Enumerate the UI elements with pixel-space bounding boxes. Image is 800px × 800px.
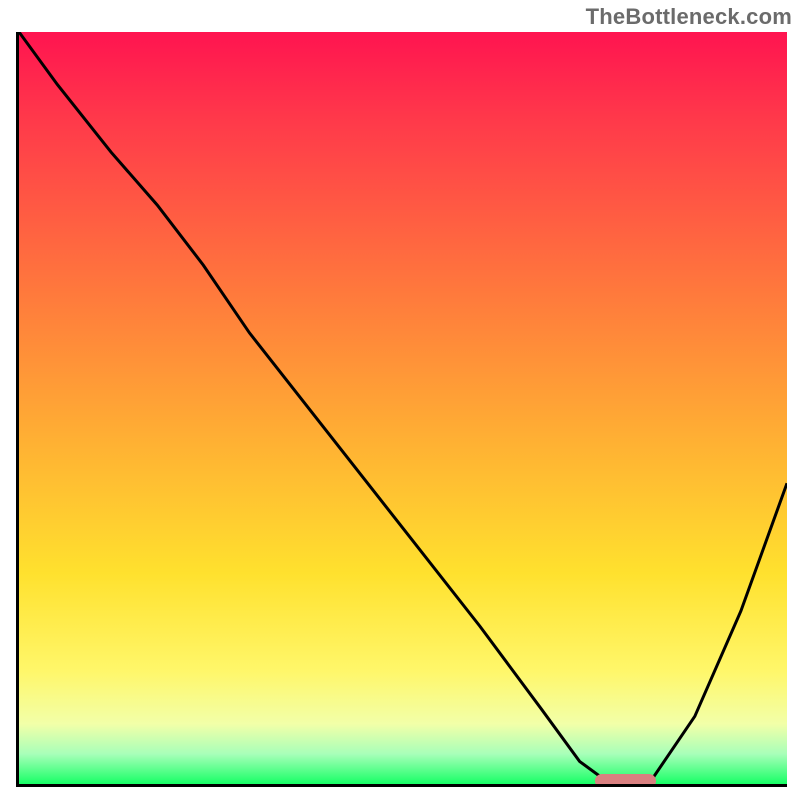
bottleneck-curve [19, 32, 787, 784]
curve-path [19, 32, 787, 784]
sweet-spot-marker [595, 774, 656, 787]
chart-frame: TheBottleneck.com [0, 0, 800, 800]
watermark-text: TheBottleneck.com [586, 4, 792, 30]
plot-area [16, 32, 787, 787]
